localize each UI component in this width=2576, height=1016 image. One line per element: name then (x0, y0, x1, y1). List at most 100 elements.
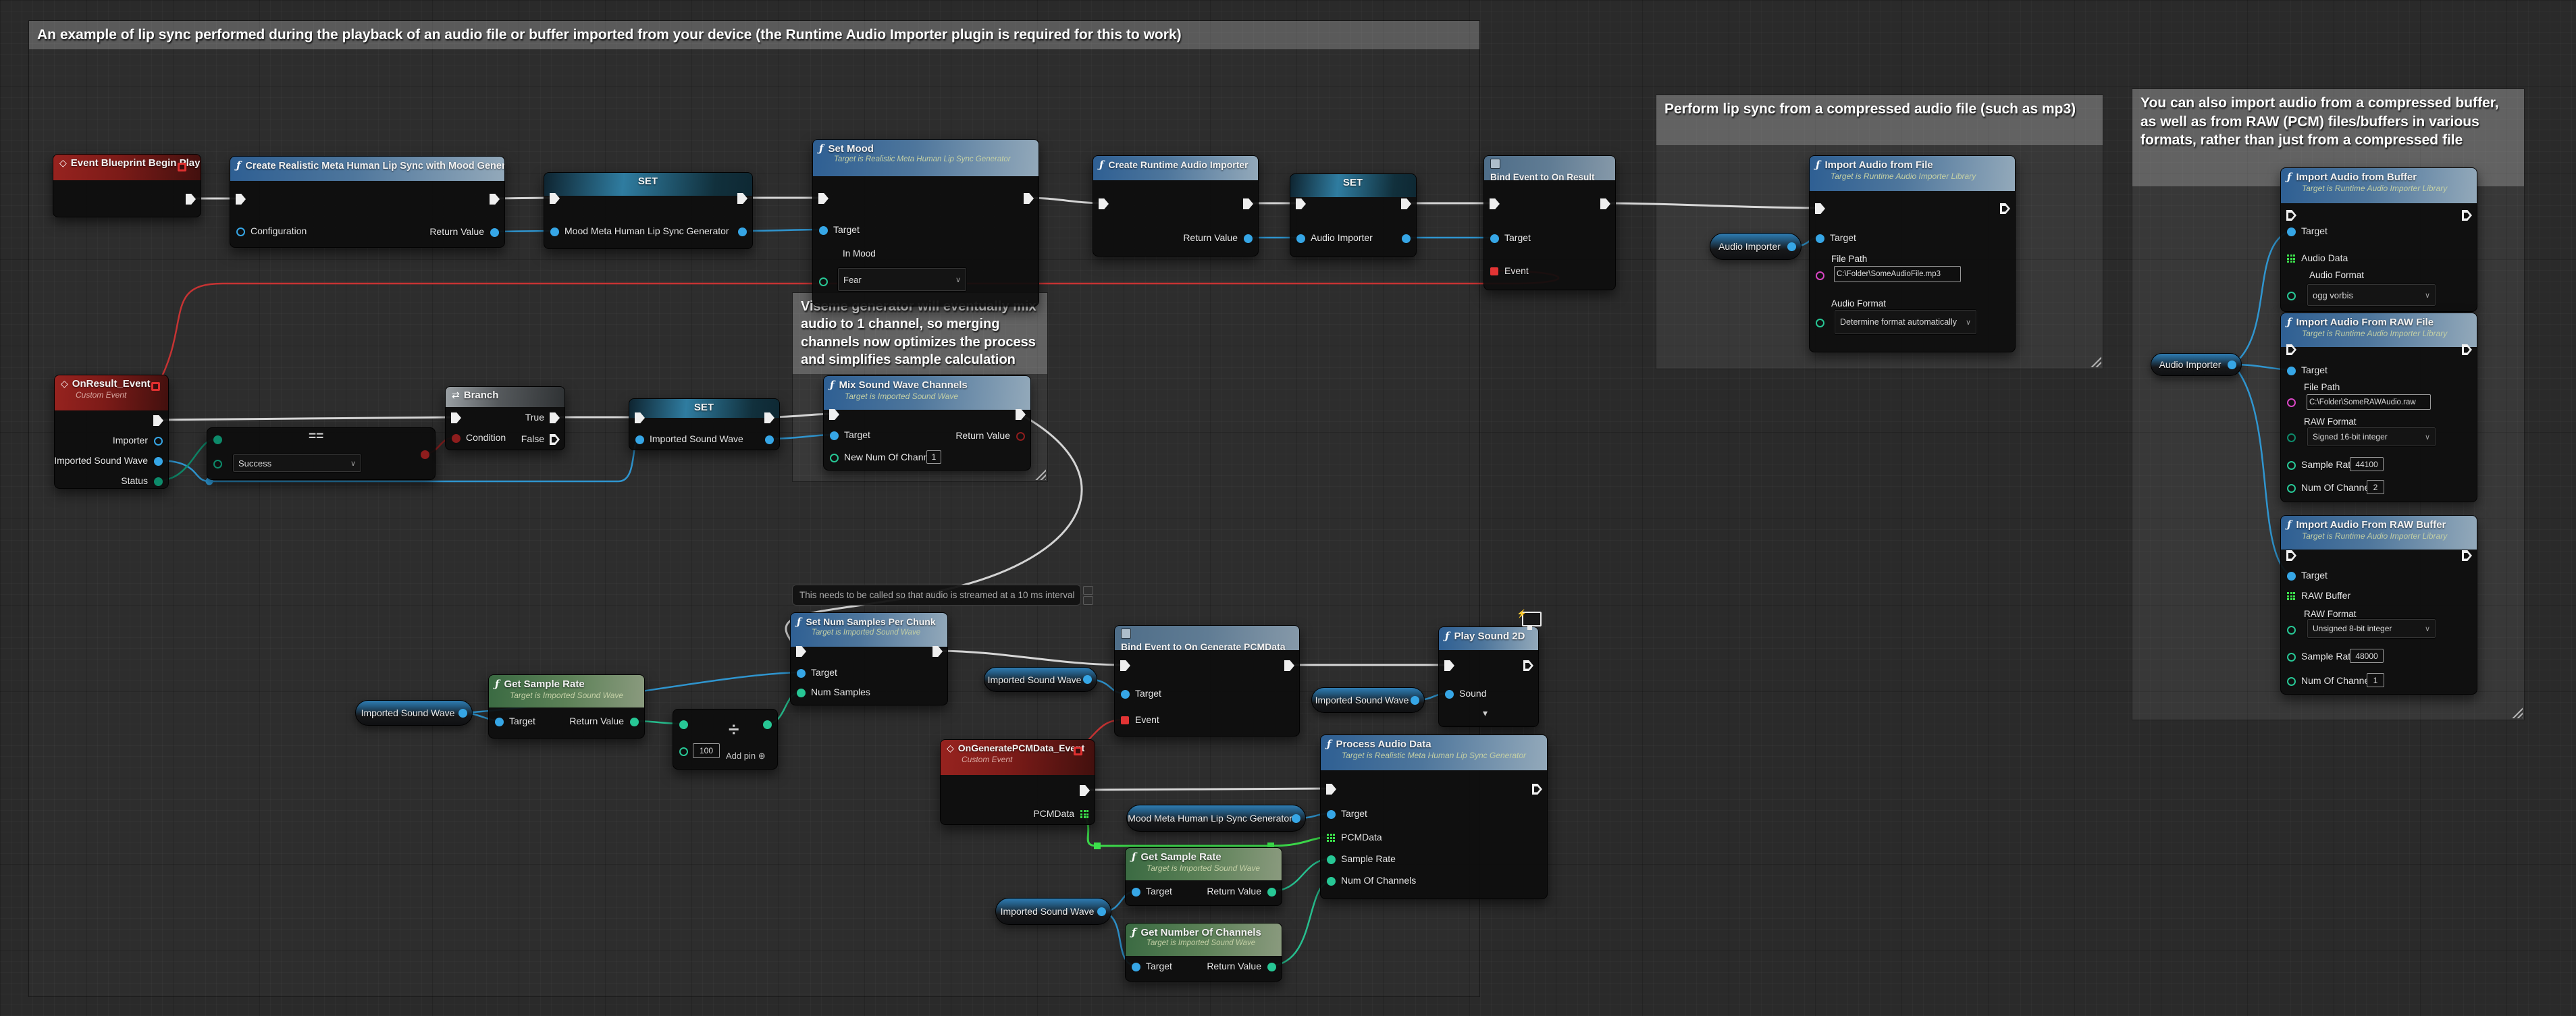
node-import-audio-from-raw-file-value-box[interactable]: C:\Folder\SomeRAWAudio.raw (2307, 394, 2431, 410)
node-onresult-event-pin-exec-out[interactable] (153, 415, 163, 426)
pill-audio-importer-2-output-pin[interactable] (2228, 360, 2236, 369)
pill-imported-sound-wave-d-output-pin[interactable] (1097, 907, 1106, 916)
node-import-audio-from-file-pin-Target[interactable] (1816, 234, 1824, 243)
node-set-imported-sound-wave-pin-obj-3[interactable] (765, 435, 774, 444)
node-import-audio-from-raw-buffer-header[interactable]: ƒImport Audio From RAW BufferTarget is R… (2281, 516, 2477, 550)
node-create-realistic-lipsync-pin-Configuration[interactable] (236, 228, 245, 236)
node-import-audio-from-buffer-pin-exec-out[interactable] (2462, 210, 2472, 221)
node-divide-pin-int-1[interactable] (679, 747, 688, 756)
note-pin-icon[interactable] (1083, 585, 1095, 605)
node-set-imported-sound-wave-header[interactable]: SET (629, 399, 779, 418)
node-import-audio-from-file-pin-exec-in[interactable] (1815, 203, 1825, 214)
node-get-sample-rate-bottom-header[interactable]: ƒGet Sample RateTarget is Imported Sound… (1126, 848, 1282, 880)
node-equal-enum-pin-bool-2[interactable] (421, 450, 429, 459)
node-set-mood-generator-pin-obj-3[interactable] (738, 228, 747, 236)
node-branch[interactable]: ⇄BranchConditionTrueFalse (445, 386, 565, 450)
node-ongenerate-pcmdata-event[interactable]: ◇OnGeneratePCMData_EventCustom EventPCMD… (940, 739, 1095, 825)
node-set-mood-pin-exec-out[interactable] (1024, 193, 1034, 204)
node-bind-event-on-result-pin-exec-in[interactable] (1490, 198, 1500, 209)
node-create-realistic-lipsync-header[interactable]: ƒCreate Realistic Meta Human Lip Sync wi… (230, 157, 504, 181)
pill-audio-importer-1-output-pin[interactable] (1787, 242, 1796, 251)
node-bind-event-on-result-pin-exec-out[interactable] (1600, 198, 1610, 209)
node-branch-pin-exec-in[interactable] (451, 412, 461, 423)
node-import-audio-from-buffer-header[interactable]: ƒImport Audio from BufferTarget is Runti… (2281, 168, 2477, 203)
node-get-sample-rate-top-pin-Target[interactable] (495, 718, 504, 726)
node-create-runtime-audio-importer-pin-Return Value[interactable] (1244, 234, 1253, 243)
node-import-audio-from-file-header[interactable]: ƒImport Audio from FileTarget is Runtime… (1810, 156, 2015, 191)
node-create-realistic-lipsync-pin-exec-out[interactable] (490, 194, 500, 205)
node-set-mood-header[interactable]: ƒSet MoodTarget is Realistic Meta Human … (813, 140, 1039, 176)
node-mix-sound-wave-channels-value-box[interactable]: 1 (926, 450, 941, 464)
node-process-audio-data-pin-exec-in[interactable] (1326, 784, 1336, 795)
pill-audio-importer-2[interactable]: Audio Importer (2151, 353, 2242, 376)
node-set-num-samples-per-chunk-pin-exec-in[interactable] (796, 646, 806, 657)
node-set-audio-importer-pin-exec-in[interactable] (1296, 198, 1306, 209)
node-set-mood-generator-header[interactable]: SET (544, 173, 752, 196)
pill-imported-sound-wave-b-output-pin[interactable] (1083, 675, 1092, 684)
node-import-audio-from-file-pin-exec-out[interactable] (2000, 203, 2010, 214)
node-bind-event-on-generate-pcmdata-pin-Event[interactable] (1121, 716, 1129, 724)
node-equal-enum-pin-enum-0[interactable] (213, 435, 222, 444)
reroute-pcmdata-1[interactable] (1094, 843, 1101, 849)
pill-imported-sound-wave-a[interactable]: Imported Sound Wave (355, 700, 473, 726)
node-import-audio-from-file-pin-str-3[interactable] (1816, 271, 1824, 280)
node-create-runtime-audio-importer[interactable]: ƒCreate Runtime Audio ImporterReturn Val… (1093, 155, 1259, 257)
node-branch-header[interactable]: ⇄Branch (446, 387, 564, 407)
node-onresult-event-pin-Imported Sound Wave[interactable] (154, 457, 163, 466)
node-set-num-samples-per-chunk[interactable]: ƒSet Num Samples Per ChunkTarget is Impo… (790, 612, 948, 705)
node-ongenerate-pcmdata-event-delegate-badge[interactable] (1074, 747, 1082, 755)
node-import-audio-from-raw-file-dropdown[interactable]: Signed 16-bit integer∨ (2307, 427, 2436, 447)
node-process-audio-data-pin-Num Of Channels[interactable] (1327, 877, 1336, 886)
node-ongenerate-pcmdata-event-pin-exec-out[interactable] (1080, 785, 1090, 796)
node-process-audio-data-pin-Target[interactable] (1327, 810, 1336, 819)
node-set-audio-importer-pin-exec-out[interactable] (1401, 198, 1411, 209)
node-import-audio-from-raw-buffer-value-box[interactable]: 1 (2367, 673, 2384, 687)
node-set-num-samples-per-chunk-pin-Target[interactable] (797, 669, 806, 678)
node-bind-event-on-generate-pcmdata-header[interactable]: Bind Event to On Generate PCMData (1115, 626, 1299, 650)
node-divide-extra-text[interactable]: Add pin ⊕ (726, 751, 766, 761)
node-divide-pin-int-2[interactable] (763, 720, 772, 729)
node-mix-sound-wave-channels-pin-Return Value[interactable] (1016, 432, 1025, 441)
node-onresult-event-header[interactable]: ◇OnResult_EventCustom Event (55, 375, 168, 410)
node-import-audio-from-raw-buffer-pin-Target[interactable] (2287, 572, 2296, 581)
node-play-sound-2d-pin-exec-out[interactable] (1523, 660, 1533, 671)
node-get-sample-rate-top[interactable]: ƒGet Sample RateTarget is Imported Sound… (488, 674, 645, 739)
node-bind-event-on-result-pin-Event[interactable] (1490, 267, 1498, 275)
node-bind-event-on-result-header[interactable]: Bind Event to On Result (1484, 156, 1615, 180)
node-onresult-event[interactable]: ◇OnResult_EventCustom EventImporterImpor… (54, 375, 169, 489)
node-import-audio-from-raw-file-value-box[interactable]: 44100 (2350, 457, 2384, 471)
node-bind-event-on-generate-pcmdata-pin-exec-out[interactable] (1284, 660, 1294, 671)
node-import-audio-from-raw-buffer[interactable]: ƒImport Audio From RAW BufferTarget is R… (2280, 515, 2477, 695)
node-import-audio-from-raw-buffer-pin-exec-in[interactable] (2286, 550, 2296, 561)
node-process-audio-data[interactable]: ƒProcess Audio DataTarget is Realistic M… (1320, 734, 1548, 899)
node-mix-sound-wave-channels-pin-Target[interactable] (830, 431, 839, 440)
node-set-audio-importer-pin-Audio Importer[interactable] (1296, 234, 1305, 243)
pill-imported-sound-wave-d[interactable]: Imported Sound Wave (995, 898, 1111, 925)
pill-audio-importer-1[interactable]: Audio Importer (1710, 233, 1802, 260)
node-import-audio-from-raw-file-value-box[interactable]: 2 (2367, 480, 2384, 494)
node-import-audio-from-file-dropdown[interactable]: Determine format automatically∨ (1834, 309, 1977, 335)
node-mix-sound-wave-channels-pin-New Num Of Channels[interactable] (830, 454, 839, 462)
stream-interval-note[interactable]: This needs to be called so that audio is… (792, 585, 1081, 606)
node-create-realistic-lipsync-pin-Return Value[interactable] (490, 228, 499, 237)
node-event-begin-play-delegate-badge[interactable] (178, 163, 186, 171)
node-import-audio-from-raw-file-pin-Target[interactable] (2287, 367, 2296, 375)
node-import-audio-from-raw-buffer-pin-Sample Rate[interactable] (2287, 653, 2296, 662)
pill-imported-sound-wave-c[interactable]: Imported Sound Wave (1311, 687, 1425, 713)
node-import-audio-from-raw-file-pin-enum-4[interactable] (2287, 433, 2296, 442)
node-ongenerate-pcmdata-event-pin-PCMData[interactable] (1080, 810, 1089, 819)
node-import-audio-from-raw-buffer-pin-Num Of Channels[interactable] (2287, 677, 2296, 686)
node-import-audio-from-raw-buffer-pin-exec-out[interactable] (2462, 550, 2472, 561)
pill-imported-sound-wave-c-output-pin[interactable] (1411, 696, 1419, 705)
node-import-audio-from-raw-file-header[interactable]: ƒImport Audio From RAW FileTarget is Run… (2281, 313, 2477, 347)
node-get-sample-rate-bottom-pin-Target[interactable] (1132, 888, 1140, 897)
node-import-audio-from-buffer-pin-exec-in[interactable] (2286, 210, 2296, 221)
node-bind-event-on-result[interactable]: Bind Event to On ResultTargetEvent (1483, 155, 1616, 290)
node-set-audio-importer-pin-obj-3[interactable] (1402, 234, 1411, 243)
pill-imported-sound-wave-a-output-pin[interactable] (458, 709, 467, 718)
node-branch-pin-Condition[interactable] (452, 434, 461, 443)
node-ongenerate-pcmdata-event-header[interactable]: ◇OnGeneratePCMData_EventCustom Event (941, 740, 1095, 775)
node-process-audio-data-pin-PCMData[interactable] (1327, 834, 1336, 843)
node-bind-event-on-generate-pcmdata[interactable]: Bind Event to On Generate PCMDataTargetE… (1114, 625, 1300, 737)
node-import-audio-from-raw-buffer-pin-RAW Buffer[interactable] (2287, 592, 2296, 601)
